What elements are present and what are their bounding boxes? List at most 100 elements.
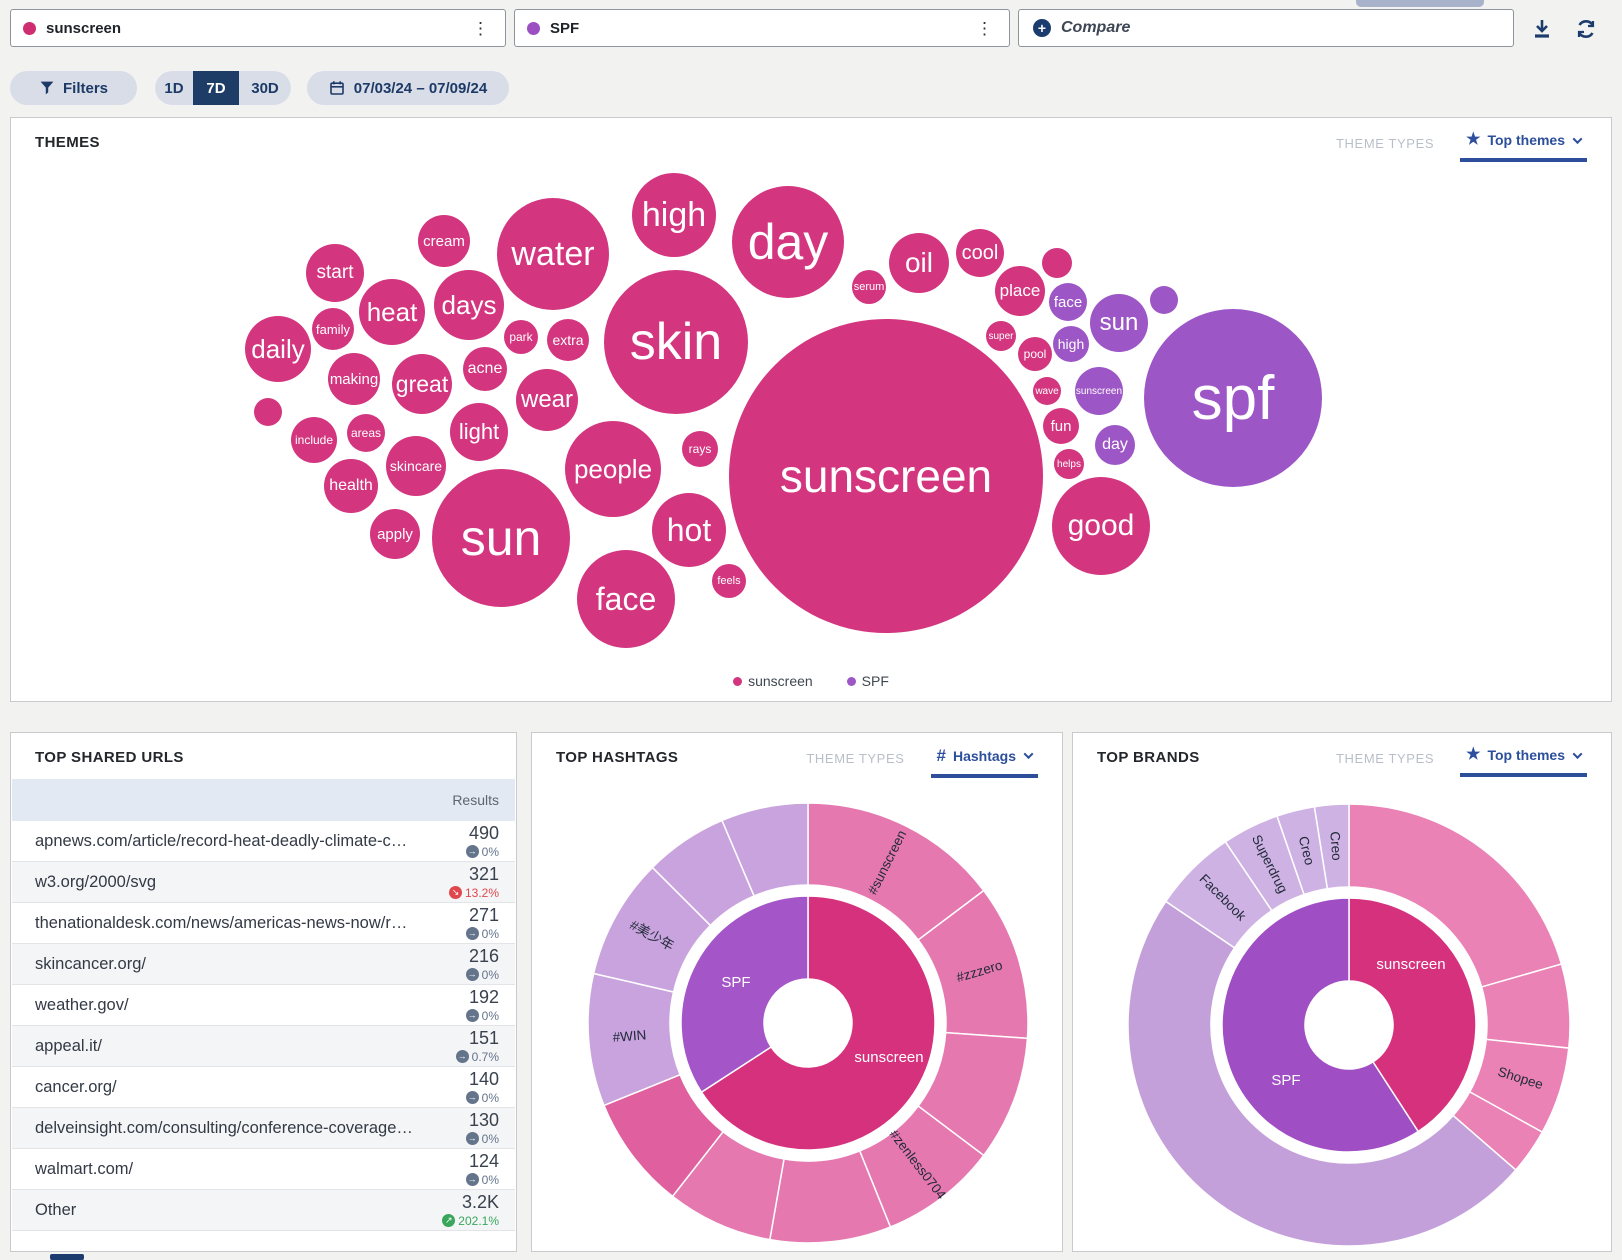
url-cell[interactable]: cancer.org/ — [35, 1078, 466, 1097]
theme-bubble-day[interactable]: day — [1095, 425, 1135, 465]
results-value: 321 — [449, 865, 499, 883]
theme-bubble-helps[interactable]: helps — [1054, 449, 1084, 479]
theme-bubble-sunscreen[interactable]: sunscreen — [729, 319, 1043, 633]
theme-bubble-oil[interactable]: oil — [889, 233, 949, 293]
url-cell[interactable]: walmart.com/ — [35, 1160, 466, 1179]
url-cell[interactable]: thenationaldesk.com/news/americas-news-n… — [35, 914, 466, 933]
theme-bubble-park[interactable]: park — [504, 320, 538, 354]
theme-bubble-start[interactable]: start — [306, 244, 364, 302]
theme-bubble-health[interactable]: health — [324, 459, 378, 513]
filters-label: Filters — [63, 80, 108, 97]
theme-bubble-good[interactable]: good — [1052, 477, 1150, 575]
calendar-icon — [329, 80, 345, 96]
results-value: 124 — [466, 1152, 499, 1170]
url-cell[interactable]: skincancer.org/ — [35, 955, 466, 974]
theme-bubble-super[interactable]: super — [986, 321, 1016, 351]
results-cell: 140→0% — [466, 1070, 499, 1104]
filters-button[interactable]: Filters — [10, 71, 137, 105]
theme-bubble-pool[interactable]: pool — [1018, 337, 1052, 371]
theme-bubble[interactable] — [1042, 248, 1072, 278]
theme-bubble-family[interactable]: family — [312, 308, 354, 350]
theme-bubble-hot[interactable]: hot — [652, 493, 726, 567]
theme-bubble-wave[interactable]: wave — [1033, 377, 1061, 405]
range-7d[interactable]: 7D — [193, 71, 239, 105]
theme-bubble-sun[interactable]: sun — [432, 469, 570, 607]
results-value: 271 — [466, 906, 499, 924]
theme-bubble-sun[interactable]: sun — [1090, 294, 1148, 352]
url-cell[interactable]: apnews.com/article/record-heat-deadly-cl… — [35, 832, 466, 851]
theme-bubble-fun[interactable]: fun — [1043, 408, 1079, 444]
compare-button[interactable]: + Compare — [1018, 9, 1514, 47]
refresh-button[interactable] — [1572, 15, 1600, 43]
table-row[interactable]: thenationaldesk.com/news/americas-news-n… — [12, 903, 515, 944]
theme-bubble-apply[interactable]: apply — [370, 509, 420, 559]
results-cell: 124→0% — [466, 1152, 499, 1186]
legend-item-sunscreen: sunscreen — [733, 673, 813, 689]
change-indicator: →0.7% — [456, 1050, 499, 1063]
theme-bubble-face[interactable]: face — [577, 550, 675, 648]
theme-bubble-days[interactable]: days — [434, 270, 504, 340]
theme-bubble-wear[interactable]: wear — [516, 369, 578, 431]
query-pill-spf[interactable]: SPF ⋮ — [514, 9, 1010, 47]
results-value: 151 — [456, 1029, 499, 1047]
theme-bubble-serum[interactable]: serum — [852, 270, 886, 304]
url-cell[interactable]: weather.gov/ — [35, 996, 466, 1015]
theme-bubble-areas[interactable]: areas — [347, 414, 385, 452]
range-30d[interactable]: 30D — [239, 71, 291, 105]
kebab-menu-icon[interactable]: ⋮ — [972, 18, 997, 39]
theme-bubble[interactable] — [254, 398, 282, 426]
theme-bubble-include[interactable]: include — [291, 417, 337, 463]
theme-bubble-water[interactable]: water — [497, 198, 609, 310]
theme-bubble-skincare[interactable]: skincare — [386, 436, 446, 496]
theme-bubble-skin[interactable]: skin — [604, 270, 748, 414]
theme-bubble-daily[interactable]: daily — [245, 316, 311, 382]
query-color-dot — [23, 22, 36, 35]
kebab-menu-icon[interactable]: ⋮ — [468, 18, 493, 39]
table-row[interactable]: apnews.com/article/record-heat-deadly-cl… — [12, 821, 515, 862]
query-pill-sunscreen[interactable]: sunscreen ⋮ — [10, 9, 506, 47]
results-value: 216 — [466, 947, 499, 965]
urls-table-body: apnews.com/article/record-heat-deadly-cl… — [12, 821, 515, 1231]
theme-bubble-extra[interactable]: extra — [547, 319, 589, 361]
table-row[interactable]: Other3.2K↗202.1% — [12, 1190, 515, 1231]
theme-bubble-people[interactable]: people — [565, 421, 661, 517]
table-row[interactable]: delveinsight.com/consulting/conference-c… — [12, 1108, 515, 1149]
theme-bubble-cool[interactable]: cool — [956, 229, 1004, 277]
change-indicator: →0% — [466, 1009, 499, 1022]
url-cell[interactable]: w3.org/2000/svg — [35, 873, 449, 892]
theme-bubble-cream[interactable]: cream — [418, 215, 470, 267]
theme-bubble-heat[interactable]: heat — [359, 279, 425, 345]
change-indicator: ↗202.1% — [442, 1214, 499, 1227]
range-1d[interactable]: 1D — [155, 71, 193, 105]
table-row[interactable]: skincancer.org/216→0% — [12, 944, 515, 985]
theme-bubble-high[interactable]: high — [1053, 326, 1089, 362]
table-row[interactable]: cancer.org/140→0% — [12, 1067, 515, 1108]
theme-bubble-great[interactable]: great — [392, 354, 452, 414]
table-row[interactable]: walmart.com/124→0% — [12, 1149, 515, 1190]
table-row[interactable]: w3.org/2000/svg321↘13.2% — [12, 862, 515, 903]
theme-bubble-feels[interactable]: feels — [712, 564, 746, 598]
theme-bubble-light[interactable]: light — [450, 403, 508, 461]
theme-bubble[interactable] — [1150, 286, 1178, 314]
results-cell: 151 →0.7% — [456, 1029, 499, 1063]
theme-bubble-acne[interactable]: acne — [463, 347, 507, 391]
url-cell[interactable]: delveinsight.com/consulting/conference-c… — [35, 1119, 466, 1138]
url-cell[interactable]: Other — [35, 1201, 442, 1220]
theme-bubble-sunscreen[interactable]: sunscreen — [1075, 367, 1123, 415]
results-cell: 321↘13.2% — [449, 865, 499, 899]
url-cell[interactable]: appeal.it/ — [35, 1037, 456, 1056]
date-range-picker[interactable]: 07/03/24 – 07/09/24 — [307, 71, 509, 105]
table-row[interactable]: weather.gov/192→0% — [12, 985, 515, 1026]
theme-bubble-spf[interactable]: spf — [1144, 309, 1322, 487]
theme-bubble-rays[interactable]: rays — [682, 431, 718, 467]
results-column-header: Results — [452, 792, 499, 808]
theme-bubble-face[interactable]: face — [1049, 283, 1087, 321]
theme-bubble-high[interactable]: high — [632, 173, 716, 257]
theme-bubble-day[interactable]: day — [732, 186, 844, 298]
results-cell: 192→0% — [466, 988, 499, 1022]
table-row[interactable]: appeal.it/151 →0.7% — [12, 1026, 515, 1067]
download-button[interactable] — [1528, 15, 1556, 43]
theme-bubble-place[interactable]: place — [995, 266, 1045, 316]
change-indicator: →0% — [466, 845, 499, 858]
theme-bubble-making[interactable]: making — [328, 353, 380, 405]
